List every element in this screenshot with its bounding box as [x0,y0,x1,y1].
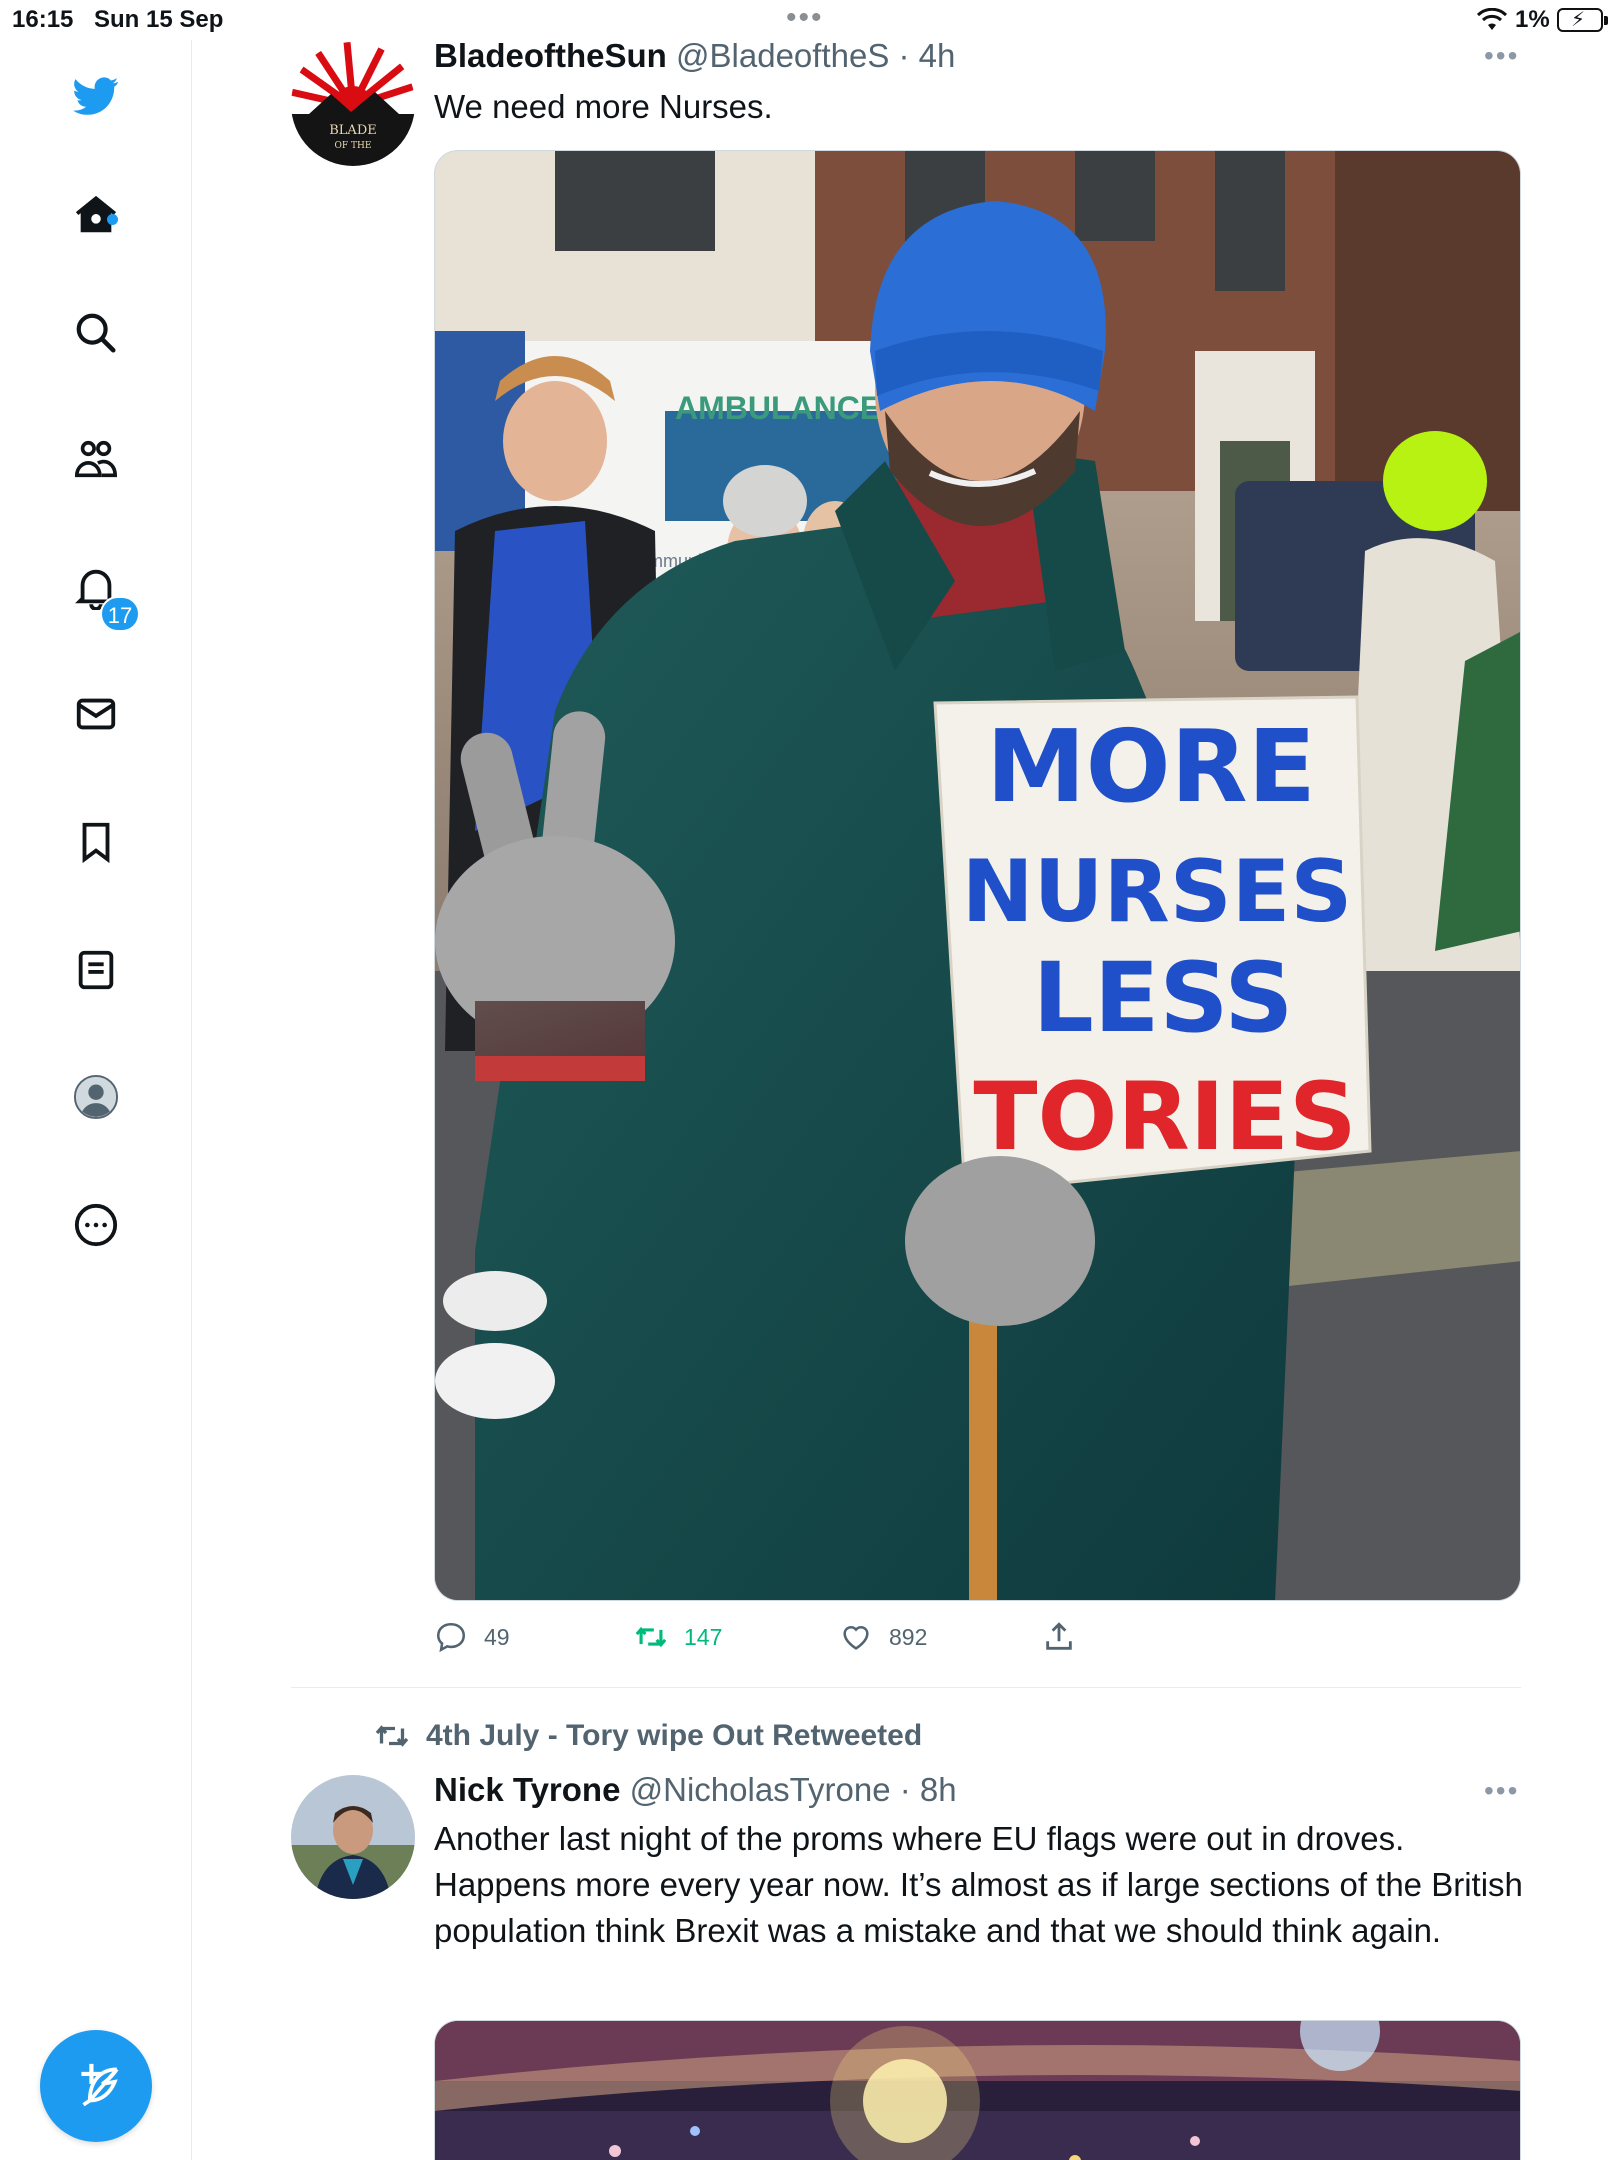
wifi-icon [1476,7,1508,39]
retweet-icon [635,1626,667,1648]
avatar-logo-line-1: BLADE [329,123,377,138]
tweet-header: BladeoftheSun @BladeoftheS · 4h [434,37,955,75]
author-name[interactable]: BladeoftheSun [434,37,667,74]
tweet-time-2[interactable]: · 8h [900,1771,957,1808]
ambulance-text: AMBULANCE [675,390,881,426]
placard-line-1: MORE [986,708,1316,825]
tweet-photo-2[interactable] [434,2020,1521,2160]
tweet-photo[interactable]: AMBULANCE Community MORE NURSES LESS TOR… [434,150,1521,1601]
tweet-header-2: Nick Tyrone @NicholasTyrone · 8h [434,1771,957,1809]
avatar-logo-line-2: OF THE [335,141,372,151]
placard-line-3: LESS [1033,942,1294,1054]
sidebar-nav: 17 [0,40,192,2160]
reply-button[interactable]: 49 [434,1620,510,1654]
home-icon[interactable] [65,184,127,246]
retweet-count: 147 [684,1623,723,1650]
retweet-small-icon [375,1725,409,1747]
status-bar: 16:15 Sun 15 Sep ••• 1% ⚡ [0,0,1620,40]
tweet-author-avatar-2[interactable] [291,1775,415,1899]
status-time: 16:15 [12,6,74,33]
battery-percentage: 1% [1515,6,1550,33]
profile-avatar-icon[interactable] [65,1066,127,1128]
compose-tweet-button[interactable] [40,2030,152,2142]
share-icon [1046,1622,1072,1650]
tweet-author-avatar[interactable]: BLADE OF THE [291,42,415,166]
twitter-logo-icon[interactable] [65,65,127,127]
battery-icon: ⚡ [1557,8,1608,32]
more-options-icon[interactable] [65,1194,127,1256]
retweet-button[interactable]: 147 [634,1620,722,1654]
placard-line-2: NURSES [962,842,1353,942]
tweet-text: We need more Nurses. [434,88,773,125]
communities-icon[interactable] [65,429,127,491]
search-icon[interactable] [65,302,127,364]
reply-icon [436,1622,466,1653]
author-name-2[interactable]: Nick Tyrone [434,1771,620,1808]
compose-feather-icon [81,2063,119,2107]
tweet-more-icon-2[interactable]: ••• [1484,1775,1519,1807]
multitasking-dots-icon[interactable]: ••• [786,3,824,33]
like-button[interactable]: 892 [839,1620,927,1654]
messages-mail-icon[interactable] [65,683,127,745]
heart-icon [843,1625,869,1650]
retweeted-by-text: 4th July - Tory wipe Out Retweeted [426,1719,923,1752]
lists-icon[interactable] [65,939,127,1001]
notifications-badge: 17 [100,596,140,632]
bookmarks-icon[interactable] [65,811,127,873]
retweeted-by-line[interactable]: 4th July - Tory wipe Out Retweeted [374,1718,922,1754]
reply-count: 49 [484,1623,510,1650]
tweet-time[interactable]: · 4h [899,37,956,74]
tweet-divider [291,1687,1521,1688]
share-button[interactable] [1042,1620,1076,1654]
author-handle-2[interactable]: @NicholasTyrone [630,1771,891,1808]
home-unread-dot [107,214,118,225]
like-count: 892 [889,1623,928,1650]
placard-line-4: TORIES [973,1063,1356,1172]
tweet-text-2: Another last night of the proms where EU… [434,1820,1523,1949]
tweet-more-icon[interactable]: ••• [1484,40,1519,72]
tweet-actions: 49 147 892 [434,1620,1521,1660]
author-handle[interactable]: @BladeoftheS [676,37,889,74]
status-date: Sun 15 Sep [94,6,224,33]
